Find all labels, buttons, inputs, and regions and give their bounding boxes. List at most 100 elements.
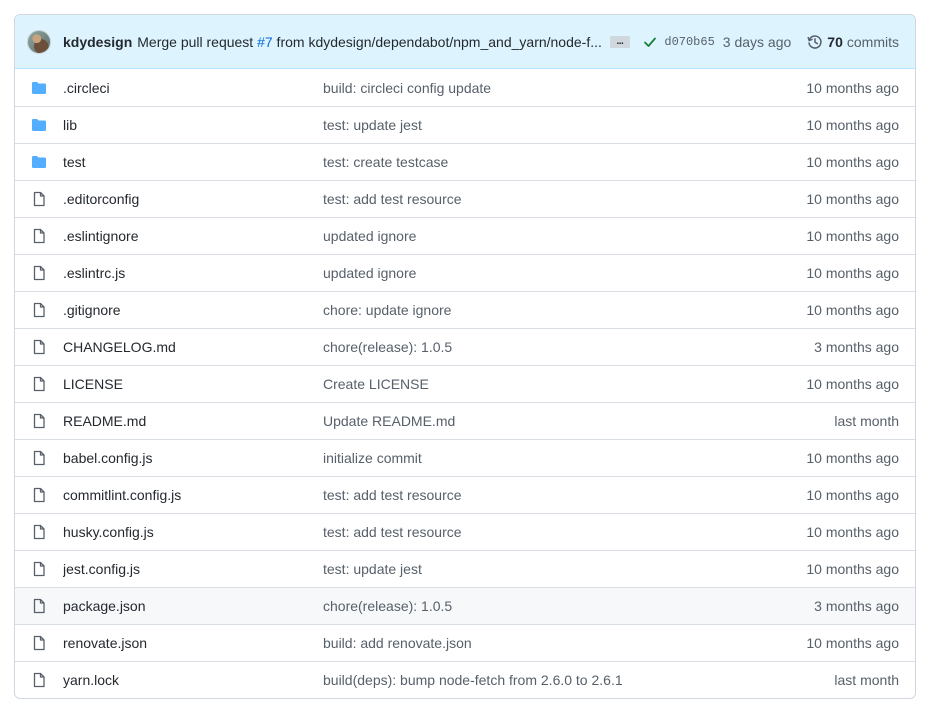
folder-name-link[interactable]: .circleci — [63, 80, 323, 96]
commit-message-link[interactable]: build: add renovate.json — [323, 635, 806, 651]
commit-message-link[interactable]: Update README.md — [323, 413, 834, 429]
commit-message-link[interactable]: chore(release): 1.0.5 — [323, 598, 814, 614]
commit-message-link[interactable]: build(deps): bump node-fetch from 2.6.0 … — [323, 672, 834, 688]
check-icon[interactable] — [642, 34, 658, 50]
commit-time[interactable]: 3 days ago — [723, 34, 792, 50]
file-row[interactable]: .gitignore chore: update ignore 10 months … — [15, 291, 915, 328]
file-icon — [31, 302, 47, 318]
commit-age: 3 months ago — [814, 339, 899, 355]
commit-message-link[interactable]: chore(release): 1.0.5 — [323, 339, 814, 355]
commit-message[interactable]: Merge pull request #7 from kdydesign/dep… — [137, 34, 602, 50]
file-name-link[interactable]: .eslintignore — [63, 228, 323, 244]
file-icon — [31, 635, 47, 651]
commit-message-suffix[interactable]: from kdydesign/dependabot/npm_and_yarn/n… — [273, 34, 602, 50]
avatar[interactable] — [27, 29, 51, 54]
commit-age: 10 months ago — [806, 265, 899, 281]
expand-commit-message-button[interactable]: ... — [609, 35, 630, 48]
file-name-link[interactable]: LICENSE — [63, 376, 323, 392]
file-name-link[interactable]: .editorconfig — [63, 191, 323, 207]
file-icon — [31, 191, 47, 207]
commit-message-link[interactable]: test: create testcase — [323, 154, 806, 170]
commit-message-link[interactable]: updated ignore — [323, 228, 806, 244]
commit-age: 10 months ago — [806, 79, 899, 96]
file-name-link[interactable]: yarn.lock — [63, 672, 323, 688]
commit-age: last month — [834, 672, 899, 688]
commits-count[interactable]: 70 — [827, 34, 843, 50]
commit-message-link[interactable]: build: circleci config update — [323, 80, 806, 96]
file-row[interactable]: LICENSE Create LICENSE 10 months ago — [15, 365, 915, 402]
commit-age: 3 months ago — [814, 598, 899, 614]
file-row[interactable]: README.md Update README.md last month — [15, 402, 915, 439]
commit-message-link[interactable]: test: add test resource — [323, 487, 806, 503]
commit-age: 10 months ago — [806, 191, 899, 207]
commit-message-link[interactable]: initialize commit — [323, 450, 806, 466]
folder-icon — [31, 80, 47, 96]
commit-meta: d070b65 3 days ago 70 commits — [642, 34, 899, 50]
commit-age: 10 months ago — [806, 154, 899, 170]
file-name-link[interactable]: jest.config.js — [63, 561, 323, 577]
file-name-link[interactable]: README.md — [63, 413, 323, 429]
file-icon — [31, 339, 47, 355]
commit-age: 10 months ago — [806, 524, 899, 540]
commit-message-link[interactable]: test: update jest — [323, 561, 806, 577]
commit-age: 10 months ago — [806, 228, 899, 244]
folder-name-link[interactable]: test — [63, 154, 323, 170]
file-row[interactable]: package.json chore(release): 1.0.5 3 month… — [15, 587, 915, 624]
file-name-link[interactable]: commitlint.config.js — [63, 487, 323, 503]
file-row[interactable]: CHANGELOG.md chore(release): 1.0.5 3 month… — [15, 328, 915, 365]
commit-message-link[interactable]: chore: update ignore — [323, 302, 806, 318]
file-name-link[interactable]: babel.config.js — [63, 450, 323, 466]
folder-icon — [31, 117, 47, 133]
history-icon[interactable] — [807, 34, 823, 50]
commit-message-prefix[interactable]: Merge pull request — [137, 34, 257, 50]
commit-age: 10 months ago — [806, 561, 899, 577]
commit-message-link[interactable]: test: add test resource — [323, 191, 806, 207]
file-row[interactable]: babel.config.js initialize commit 10 month… — [15, 439, 915, 476]
commit-age: 10 months ago — [806, 635, 899, 651]
file-icon — [31, 228, 47, 244]
file-icon — [31, 672, 47, 688]
file-name-link[interactable]: .gitignore — [63, 302, 323, 318]
file-row[interactable]: husky.config.js test: add test resource 10… — [15, 513, 915, 550]
file-name-link[interactable]: CHANGELOG.md — [63, 339, 323, 355]
commit-age: last month — [834, 413, 899, 429]
file-name-link[interactable]: renovate.json — [63, 635, 323, 651]
file-icon — [31, 413, 47, 429]
file-row[interactable]: .editorconfig test: add test resource 10 m… — [15, 180, 915, 217]
latest-commit-bar: kdydesign Merge pull request #7 from kdy… — [15, 15, 915, 69]
commit-author[interactable]: kdydesign — [63, 34, 132, 50]
file-row[interactable]: lib test: update jest 10 months ago — [15, 106, 915, 143]
file-row[interactable]: renovate.json build: add renovate.json 10 … — [15, 624, 915, 661]
pull-request-link[interactable]: #7 — [257, 34, 273, 50]
file-icon — [31, 598, 47, 614]
file-row[interactable]: commitlint.config.js test: add test resou… — [15, 476, 915, 513]
file-row[interactable]: .circleci build: circleci config update 10… — [15, 69, 915, 106]
file-name-link[interactable]: husky.config.js — [63, 524, 323, 540]
commit-age: 10 months ago — [806, 376, 899, 392]
commit-message-link[interactable]: updated ignore — [323, 265, 806, 281]
folder-icon — [31, 154, 47, 170]
file-row[interactable]: .eslintrc.js updated ignore 10 months ago — [15, 254, 915, 291]
file-row[interactable]: test test: create testcase 10 months ago — [15, 143, 915, 180]
file-name-link[interactable]: package.json — [63, 598, 323, 614]
commit-message-link[interactable]: Create LICENSE — [323, 376, 806, 392]
file-name-link[interactable]: .eslintrc.js — [63, 265, 323, 281]
commit-message-link[interactable]: test: add test resource — [323, 524, 806, 540]
commit-age: 10 months ago — [806, 117, 899, 133]
file-icon — [31, 450, 47, 466]
commit-sha[interactable]: d070b65 — [664, 35, 714, 49]
file-icon — [31, 524, 47, 540]
folder-name-link[interactable]: lib — [63, 117, 323, 133]
file-row[interactable]: .eslintignore updated ignore 10 months ago — [15, 217, 915, 254]
commit-message-link[interactable]: test: update jest — [323, 117, 806, 133]
commit-age: 10 months ago — [806, 302, 899, 318]
file-icon — [31, 561, 47, 577]
commit-age: 10 months ago — [806, 487, 899, 503]
file-list: .circleci build: circleci config update 10… — [15, 69, 915, 698]
file-icon — [31, 376, 47, 392]
commits-label[interactable]: commits — [847, 34, 899, 50]
file-icon — [31, 487, 47, 503]
file-icon — [31, 265, 47, 281]
file-row[interactable]: jest.config.js test: update jest 10 months… — [15, 550, 915, 587]
file-row[interactable]: yarn.lock build(deps): bump node-fetch fr… — [15, 661, 915, 698]
